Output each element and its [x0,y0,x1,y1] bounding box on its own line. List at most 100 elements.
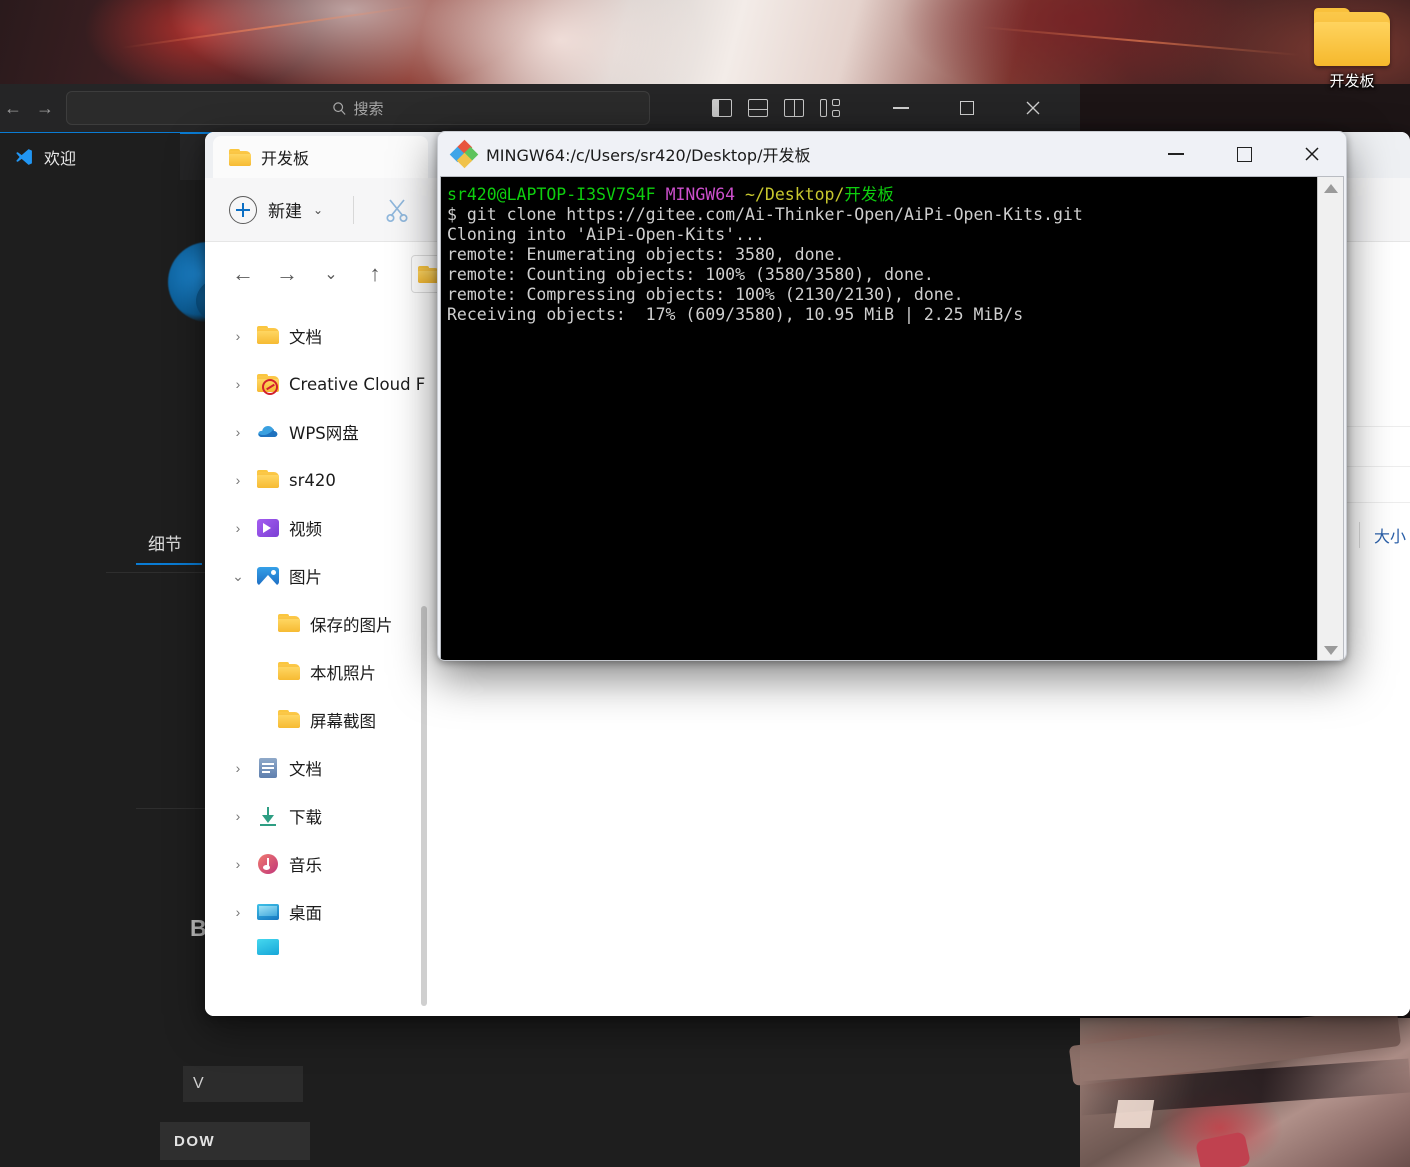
downloads-icon [256,805,280,827]
tree-item-saved-pictures[interactable]: 保存的图片 [205,600,437,648]
chevron-right-icon[interactable]: › [229,904,247,920]
scroll-up-icon[interactable] [1318,177,1344,199]
git-bash-icon [449,139,479,169]
tree-item-label: 本机照片 [310,664,376,683]
toggle-panel-icon[interactable] [748,99,768,117]
this-pc-icon [256,936,280,958]
cut-button[interactable] [384,197,410,223]
chevron-right-icon[interactable]: › [229,856,247,872]
terminal-close-button[interactable] [1278,132,1346,176]
tree-item-label: WPS网盘 [289,424,359,443]
terminal-output-line: Receiving objects: 17% (609/3580), 10.95… [447,305,1024,324]
folder-icon [256,469,280,491]
chevron-right-icon[interactable]: › [229,520,247,536]
folder-icon [277,613,301,635]
explorer-tab-label: 开发板 [261,149,310,168]
scroll-down-icon[interactable] [1318,639,1344,660]
explorer-tab-kaifaban[interactable]: 开发板 [213,136,428,178]
prompt-shell: MINGW64 [665,185,736,204]
tree-item-local-photos[interactable]: 本机照片 [205,648,437,696]
terminal-output: sr420@LAPTOP-I3SV7S4F MINGW64 ~/Desktop/… [441,177,1317,660]
chevron-right-icon[interactable]: › [229,808,247,824]
folder-icon [277,709,301,731]
column-header-size-label: 大小 [1373,527,1406,546]
tree-item-screenshots[interactable]: 屏幕截图 [205,696,437,744]
forward-arrow-icon[interactable]: → [32,95,58,121]
tree-item-downloads[interactable]: › 下载 [205,792,437,840]
welcome-download-button[interactable]: DOW [160,1122,310,1160]
toolbar-separator [353,195,355,224]
vscode-window-controls [868,84,1066,132]
video-icon [256,517,280,539]
tree-item-label: 音乐 [289,856,322,875]
terminal-window: MINGW64:/c/Users/sr420/Desktop/开发板 sr420… [437,131,1347,661]
navigation-tree: › 文档 › Creative Cloud F › WPS网盘 › sr420 … [205,306,437,1016]
minimize-button[interactable] [868,84,934,132]
up-button[interactable]: ↑ [355,254,395,294]
folder-icon [1314,8,1390,66]
chevron-right-icon[interactable]: › [229,328,247,344]
toggle-secondary-sidebar-icon[interactable] [784,99,804,117]
search-icon [333,101,347,115]
customize-layout-icon[interactable] [820,99,840,117]
search-placeholder: 搜索 [353,99,384,118]
tree-item-pictures[interactable]: ⌄ 图片 [205,552,437,600]
tab-details[interactable]: 细节 [148,530,182,555]
tab-label: 欢迎 [44,148,77,168]
tree-item-label: 视频 [289,520,322,539]
desktop-wallpaper-bottom [1068,1006,1410,1167]
terminal-title: MINGW64:/c/Users/sr420/Desktop/开发板 [486,146,811,165]
chevron-right-icon[interactable]: › [229,760,247,776]
music-icon [256,853,280,875]
tree-item-desktop[interactable]: › 桌面 [205,888,437,936]
tree-item-creative-cloud[interactable]: › Creative Cloud F [205,360,437,408]
tree-item-partial[interactable] [205,936,437,958]
chevron-down-icon[interactable]: ⌄ [229,568,247,585]
toggle-primary-sidebar-icon[interactable] [712,99,732,117]
vscode-logo-icon [16,148,32,165]
prompt-path: ~/Desktop/ [745,185,845,204]
forward-button[interactable]: → [267,254,307,294]
plus-icon [229,195,257,224]
prompt-path-cjk: 开发板 [844,185,894,204]
terminal-scrollbar[interactable] [1317,177,1344,660]
vscode-search-box[interactable]: 搜索 [66,91,650,125]
tree-scrollbar[interactable] [421,606,427,1006]
tree-item-label: 下载 [289,808,322,827]
close-button[interactable] [1000,84,1066,132]
terminal-maximize-button[interactable] [1210,132,1278,176]
chevron-right-icon[interactable]: › [229,472,247,488]
terminal-minimize-button[interactable] [1142,132,1210,176]
chevron-right-icon[interactable]: › [229,424,247,440]
tree-item-documents[interactable]: › 文档 [205,744,437,792]
desktop-icon [256,901,280,923]
pictures-icon [256,565,280,587]
chevron-right-icon[interactable]: › [229,376,247,392]
tree-item-wendang-folder[interactable]: › 文档 [205,312,437,360]
terminal-body[interactable]: sr420@LAPTOP-I3SV7S4F MINGW64 ~/Desktop/… [440,176,1344,660]
recent-locations-button[interactable]: ⌄ [311,254,351,294]
scissors-icon [386,198,408,222]
vscode-titlebar: ← → 搜索 [0,84,1080,132]
tab-details-underline [136,563,202,565]
tree-item-videos[interactable]: › 视频 [205,504,437,552]
vscode-nav-arrows: ← → [0,95,58,121]
welcome-ghost-button[interactable]: V [183,1066,303,1102]
tab-welcome[interactable]: 欢迎 [0,132,180,180]
desktop-icon-label: 开发板 [1329,72,1375,90]
tree-item-label: 文档 [289,760,322,779]
new-button[interactable]: 新建 ⌄ [229,195,323,224]
vscode-layout-controls [712,99,840,117]
column-header-size[interactable]: 大小 [1358,522,1406,548]
tree-item-sr420[interactable]: › sr420 [205,456,437,504]
terminal-output-line: remote: Enumerating objects: 3580, done. [447,245,845,264]
maximize-button[interactable] [934,84,1000,132]
folder-icon [277,661,301,683]
back-button[interactable]: ← [223,254,263,294]
desktop-icon-kaifaban[interactable]: 开发板 [1306,8,1398,91]
tree-item-label: 文档 [289,328,322,347]
back-arrow-icon[interactable]: ← [0,95,26,121]
terminal-command: $ git clone https://gitee.com/Ai-Thinker… [447,205,1083,224]
tree-item-music[interactable]: › 音乐 [205,840,437,888]
tree-item-wps-cloud[interactable]: › WPS网盘 [205,408,437,456]
